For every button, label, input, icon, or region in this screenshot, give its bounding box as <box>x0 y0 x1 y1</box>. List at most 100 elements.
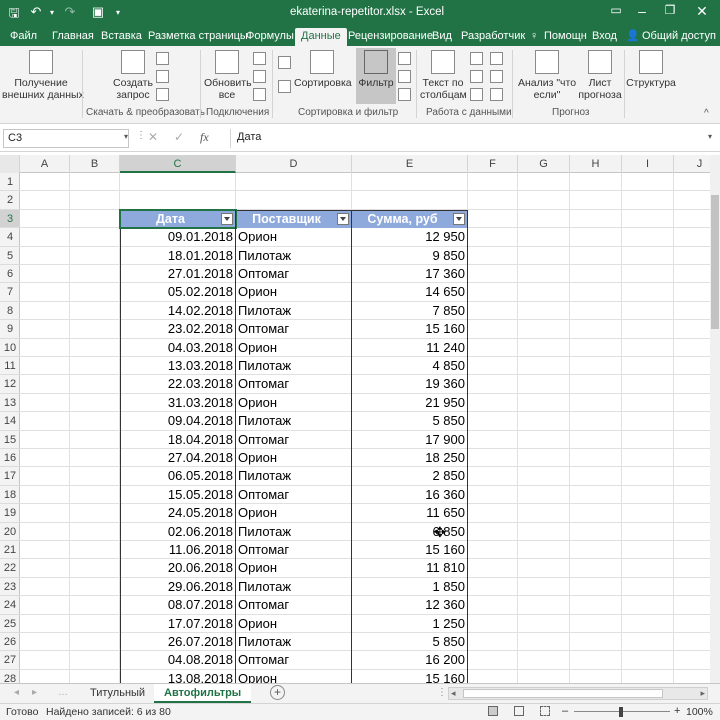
table-cell[interactable]: 16 200 <box>354 651 465 669</box>
tab-home[interactable]: Главная <box>52 28 94 46</box>
table-cell[interactable]: 21 950 <box>354 394 465 412</box>
maximize-icon[interactable]: ❐ <box>660 3 680 17</box>
table-cell[interactable]: 5 850 <box>354 412 465 430</box>
normal-view-icon[interactable] <box>488 706 498 716</box>
flash-fill-icon[interactable] <box>470 52 483 65</box>
row-header[interactable]: 25 <box>0 615 20 633</box>
table-cell[interactable]: Орион <box>238 283 349 301</box>
row-header[interactable]: 17 <box>0 467 20 486</box>
table-cell[interactable]: 2 850 <box>354 467 465 485</box>
row-header[interactable]: 2 <box>0 191 20 210</box>
column-header-f[interactable]: F <box>468 155 518 173</box>
column-header-i[interactable]: I <box>622 155 674 173</box>
zoom-out-icon[interactable]: – <box>562 705 568 717</box>
table-cell[interactable]: Орион <box>238 504 349 522</box>
table-cell[interactable]: 15 160 <box>354 541 465 559</box>
relationships-icon[interactable] <box>490 70 503 83</box>
row-header[interactable]: 13 <box>0 394 20 413</box>
table-cell[interactable]: 27.04.2018 <box>122 449 233 467</box>
table-cell[interactable]: 09.04.2018 <box>122 412 233 430</box>
table-cell[interactable]: Орион <box>238 228 349 246</box>
drag-handle-icon[interactable]: ⋮ <box>136 130 146 141</box>
column-header-a[interactable]: A <box>20 155 70 173</box>
recent-sources-icon[interactable] <box>156 88 169 101</box>
filter-button[interactable]: Фильтр <box>356 48 396 104</box>
tab-view[interactable]: Вид <box>432 28 452 46</box>
table-cell[interactable]: 17 900 <box>354 431 465 449</box>
table-cell[interactable]: Оптомаг <box>238 486 349 504</box>
row-header[interactable]: 11 <box>0 357 20 376</box>
table-cell[interactable]: 18 250 <box>354 449 465 467</box>
advanced-filter-icon[interactable] <box>398 88 411 101</box>
expand-formula-icon[interactable]: ▾ <box>708 132 712 141</box>
table-cell[interactable]: Орион <box>238 615 349 633</box>
table-cell[interactable]: 1 250 <box>354 615 465 633</box>
table-cell[interactable]: 04.03.2018 <box>122 339 233 357</box>
connections-icon[interactable] <box>253 52 266 65</box>
table-cell[interactable]: Оптомаг <box>238 596 349 614</box>
table-cell[interactable]: Оптомаг <box>238 375 349 393</box>
edit-links-icon[interactable] <box>253 88 266 101</box>
save-icon[interactable]: 🖫 <box>6 4 22 26</box>
row-header[interactable]: 16 <box>0 449 20 468</box>
table-cell[interactable]: 11.06.2018 <box>122 541 233 559</box>
table-cell[interactable]: Пилотаж <box>238 302 349 320</box>
undo-icon[interactable]: ↶ <box>28 4 44 20</box>
collapse-ribbon-icon[interactable]: ^ <box>704 108 709 119</box>
refresh-all-button[interactable]: Обновить все <box>204 50 252 101</box>
properties-icon[interactable] <box>253 70 266 83</box>
table-cell[interactable]: Орион <box>238 339 349 357</box>
sheet-tab-title[interactable]: Титульный <box>80 684 155 703</box>
table-cell[interactable]: 31.03.2018 <box>122 394 233 412</box>
hscroll-thumb[interactable] <box>463 689 663 698</box>
hscroll-right-icon[interactable]: ▸ <box>700 688 705 699</box>
sort-button[interactable]: Сортировка <box>294 50 352 89</box>
from-table-icon[interactable] <box>156 70 169 83</box>
get-external-data-button[interactable]: Получение внешних данных <box>2 50 84 101</box>
row-header[interactable]: 5 <box>0 247 20 265</box>
data-model-icon[interactable] <box>490 88 503 101</box>
row-header[interactable]: 1 <box>0 173 20 192</box>
table-cell[interactable]: Пилотаж <box>238 357 349 375</box>
undo-dropdown-icon[interactable]: ▾ <box>44 8 60 17</box>
select-all-corner[interactable] <box>0 155 20 173</box>
table-cell[interactable]: 7 850 <box>354 302 465 320</box>
row-header[interactable]: 18 <box>0 486 20 505</box>
sort-az-icon[interactable] <box>278 56 291 69</box>
row-header[interactable]: 4 <box>0 228 20 247</box>
row-header[interactable]: 19 <box>0 504 20 523</box>
vertical-scrollbar[interactable] <box>710 155 720 683</box>
name-box-dropdown-icon[interactable]: ▾ <box>124 132 128 141</box>
table-cell[interactable]: 12 950 <box>354 228 465 246</box>
row-header[interactable]: 24 <box>0 596 20 615</box>
name-box[interactable]: C3 <box>3 129 129 148</box>
table-cell[interactable]: 16 360 <box>354 486 465 504</box>
row-header[interactable]: 6 <box>0 265 20 284</box>
column-header-g[interactable]: G <box>518 155 570 173</box>
row-header[interactable]: 3 <box>0 209 20 229</box>
table-cell[interactable]: 23.02.2018 <box>122 320 233 338</box>
forecast-sheet-button[interactable]: Лист прогноза <box>578 50 622 101</box>
tab-insert[interactable]: Вставка <box>101 28 142 46</box>
row-header[interactable]: 27 <box>0 651 20 670</box>
table-cell[interactable]: 24.05.2018 <box>122 504 233 522</box>
enter-icon[interactable]: ✓ <box>174 130 184 144</box>
tab-review[interactable]: Рецензирование <box>348 28 433 46</box>
sheet-tab-autofilters[interactable]: Автофильтры <box>154 684 252 703</box>
row-header[interactable]: 23 <box>0 578 20 597</box>
table-cell[interactable]: 26.07.2018 <box>122 633 233 651</box>
hscroll-left-icon[interactable]: ◂ <box>451 688 456 699</box>
quick-access-dropdown-icon[interactable]: ▾ <box>110 8 126 17</box>
table-cell[interactable]: 9 850 <box>354 247 465 265</box>
table-cell[interactable]: 14 650 <box>354 283 465 301</box>
scroll-left-icon[interactable]: ◂ <box>14 687 19 698</box>
table-cell[interactable]: Орион <box>238 394 349 412</box>
row-header[interactable]: 20 <box>0 523 20 541</box>
table-cell[interactable]: 14.02.2018 <box>122 302 233 320</box>
tab-page-layout[interactable]: Разметка страницы <box>148 28 248 46</box>
table-cell[interactable]: Орион <box>238 449 349 467</box>
tab-split-icon[interactable]: ⋮ <box>437 687 447 698</box>
zoom-slider-thumb[interactable] <box>619 707 623 717</box>
horizontal-scrollbar[interactable]: ◂ ▸ <box>448 687 708 700</box>
table-cell[interactable]: 04.08.2018 <box>122 651 233 669</box>
